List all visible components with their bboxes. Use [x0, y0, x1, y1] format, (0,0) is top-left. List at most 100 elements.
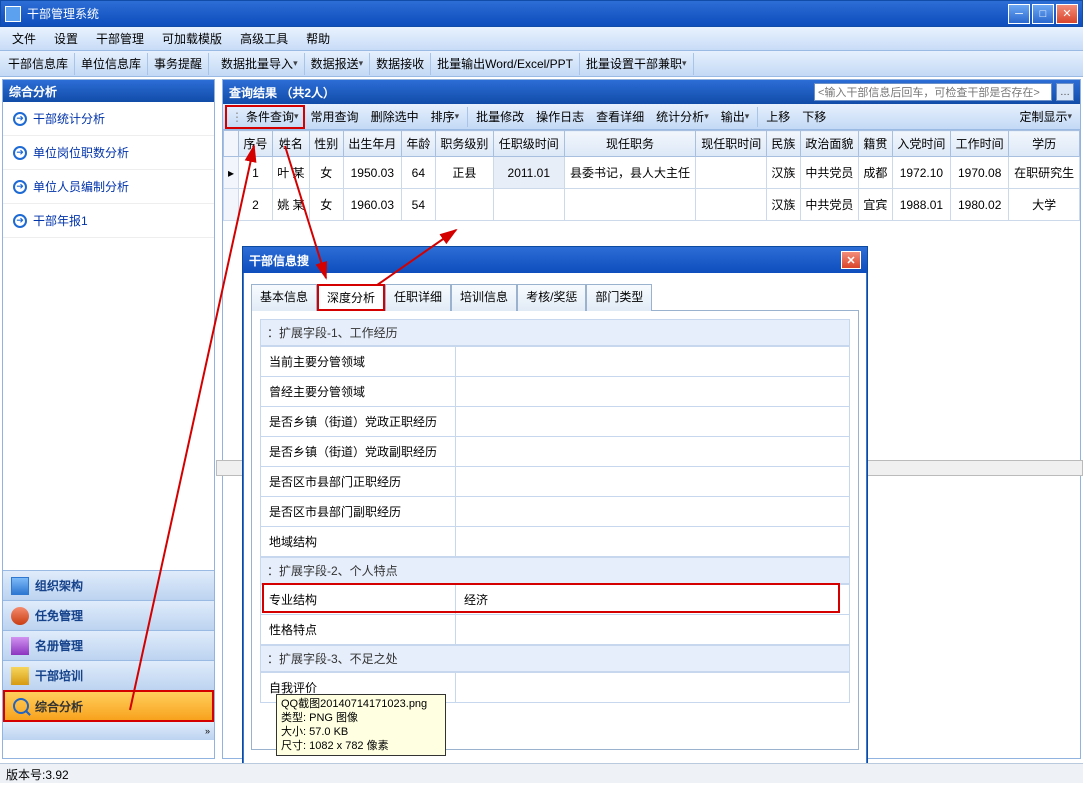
- window-title: 干部管理系统: [27, 5, 1008, 22]
- menubar: 文件 设置 干部管理 可加载模版 高级工具 帮助: [0, 27, 1083, 51]
- statusbar: 版本号:3.92: [0, 763, 1083, 783]
- arrow-icon: ➜: [13, 146, 27, 160]
- col-header[interactable]: 入党时间: [892, 131, 950, 157]
- section-header: ：扩展字段-3、不足之处: [260, 645, 850, 672]
- sidebar-item-annual[interactable]: ➜干部年报1: [3, 204, 214, 238]
- form-row[interactable]: 性格特点: [261, 615, 850, 645]
- form-row[interactable]: 曾经主要分管领域: [261, 377, 850, 407]
- qb-statistic[interactable]: 统计分析: [650, 106, 715, 128]
- tab-1[interactable]: 深度分析: [317, 284, 385, 311]
- qb-export[interactable]: 输出: [715, 106, 756, 128]
- col-header[interactable]: 现任职时间: [696, 131, 767, 157]
- col-header[interactable]: 现任职务: [564, 131, 696, 157]
- toolbar: 干部信息库 单位信息库 事务提醒 数据批量导入 数据报送 数据接收 批量输出Wo…: [0, 51, 1083, 77]
- col-header[interactable]: 籍贯: [859, 131, 893, 157]
- qb-log[interactable]: 操作日志: [530, 106, 590, 128]
- section-header: ：扩展字段-1、工作经历: [260, 319, 850, 346]
- search-input[interactable]: [814, 83, 1052, 101]
- form-row[interactable]: 是否乡镇（街道）党政副职经历: [261, 437, 850, 467]
- col-header[interactable]: 政治面貌: [800, 131, 858, 157]
- tab-5[interactable]: 部门类型: [586, 284, 652, 311]
- tooltip: QQ截图20140714171023.png 类型: PNG 图像 大小: 57…: [276, 694, 446, 756]
- tb-reminder[interactable]: 事务提醒: [148, 53, 209, 75]
- col-header[interactable]: 出生年月: [343, 131, 401, 157]
- maximize-button[interactable]: □: [1032, 4, 1054, 24]
- chevron-icon[interactable]: »: [201, 726, 214, 736]
- tb-batch-import[interactable]: 数据批量导入: [215, 53, 305, 75]
- minimize-button[interactable]: ─: [1008, 4, 1030, 24]
- arrow-icon: ➜: [13, 112, 27, 126]
- qb-detail[interactable]: 查看详细: [590, 106, 650, 128]
- search-more-button[interactable]: …: [1056, 83, 1074, 101]
- training-icon: [11, 667, 29, 685]
- dialog-close-button[interactable]: ✕: [841, 251, 861, 269]
- nav-training[interactable]: 干部培训: [3, 660, 214, 690]
- nav-roster[interactable]: 名册管理: [3, 630, 214, 660]
- form-row[interactable]: 是否区市县部门正职经历: [261, 467, 850, 497]
- tab-4[interactable]: 考核/奖惩: [517, 284, 586, 311]
- tb-cadre-db[interactable]: 干部信息库: [2, 53, 75, 75]
- result-header: 查询结果 （共2人） …: [223, 80, 1080, 104]
- sidebar-item-position[interactable]: ➜单位岗位职数分析: [3, 136, 214, 170]
- result-title: 查询结果 （共2人）: [229, 84, 335, 101]
- appoint-icon: [11, 607, 29, 625]
- section-header: ：扩展字段-2、个人特点: [260, 557, 850, 584]
- sidebar-item-staffing[interactable]: ➜单位人员编制分析: [3, 170, 214, 204]
- menu-advanced[interactable]: 高级工具: [232, 27, 296, 50]
- search-icon: [13, 698, 29, 714]
- col-header[interactable]: 职务级别: [435, 131, 493, 157]
- menu-settings[interactable]: 设置: [46, 27, 86, 50]
- qb-delete[interactable]: 删除选中: [365, 106, 425, 128]
- tab-2[interactable]: 任职详细: [385, 284, 451, 311]
- qb-sort[interactable]: 排序: [425, 106, 466, 128]
- app-icon: [5, 6, 21, 22]
- col-header[interactable]: 性别: [309, 131, 343, 157]
- titlebar: 干部管理系统 ─ □ ✕: [0, 0, 1083, 27]
- dialog-tabpane: ：扩展字段-1、工作经历当前主要分管领域曾经主要分管领域是否乡镇（街道）党政正职…: [251, 310, 859, 750]
- arrow-icon: ➜: [13, 214, 27, 228]
- col-header[interactable]: 姓名: [272, 131, 309, 157]
- qb-batch-edit[interactable]: 批量修改: [470, 106, 530, 128]
- table-row[interactable]: ▸1叶 某女1950.0364正县2011.01县委书记，县人大主任汉族中共党员…: [224, 157, 1080, 189]
- nav-analysis[interactable]: 综合分析: [3, 690, 214, 722]
- version-label: 版本号:3.92: [6, 768, 69, 782]
- left-panel-header: 综合分析: [3, 80, 214, 102]
- table-row[interactable]: 2姚 某女1960.0354汉族中共党员宜宾1988.011980.02大学: [224, 189, 1080, 221]
- tab-3[interactable]: 培训信息: [451, 284, 517, 311]
- left-panel: 综合分析 ➜干部统计分析 ➜单位岗位职数分析 ➜单位人员编制分析 ➜干部年报1 …: [2, 79, 215, 759]
- form-row[interactable]: 是否乡镇（街道）党政正职经历: [261, 407, 850, 437]
- roster-icon: [11, 637, 29, 655]
- col-header[interactable]: 年龄: [401, 131, 435, 157]
- form-row[interactable]: 地域结构: [261, 527, 850, 557]
- tab-0[interactable]: 基本信息: [251, 284, 317, 311]
- form-row[interactable]: 当前主要分管领域: [261, 347, 850, 377]
- sidebar-item-stat[interactable]: ➜干部统计分析: [3, 102, 214, 136]
- tb-batch-export[interactable]: 批量输出Word/Excel/PPT: [431, 53, 580, 75]
- dialog-titlebar: 干部信息搜 ✕: [243, 247, 867, 273]
- col-header[interactable]: 工作时间: [951, 131, 1009, 157]
- col-header[interactable]: 学历: [1009, 131, 1080, 157]
- nav-footer: »: [3, 722, 214, 740]
- form-row[interactable]: 专业结构经济: [261, 585, 850, 615]
- qb-moveup[interactable]: 上移: [760, 106, 796, 128]
- tb-batch-parttime[interactable]: 批量设置干部兼职: [580, 53, 694, 75]
- nav-appoint[interactable]: 任免管理: [3, 600, 214, 630]
- qb-movedown[interactable]: 下移: [796, 106, 832, 128]
- query-bar: ⋮条件查询 常用查询 删除选中 排序 批量修改 操作日志 查看详细 统计分析 输…: [223, 104, 1080, 130]
- tb-unit-db[interactable]: 单位信息库: [75, 53, 148, 75]
- col-header[interactable]: 序号: [239, 131, 273, 157]
- menu-template[interactable]: 可加载模版: [154, 27, 230, 50]
- col-header[interactable]: 民族: [766, 131, 800, 157]
- tb-data-send[interactable]: 数据报送: [305, 53, 371, 75]
- qb-condition-query[interactable]: ⋮条件查询: [225, 105, 305, 129]
- nav-org[interactable]: 组织架构: [3, 570, 214, 600]
- menu-file[interactable]: 文件: [4, 27, 44, 50]
- qb-common-query[interactable]: 常用查询: [305, 106, 365, 128]
- tb-data-receive[interactable]: 数据接收: [370, 53, 431, 75]
- col-header[interactable]: 任职级时间: [494, 131, 565, 157]
- menu-help[interactable]: 帮助: [298, 27, 338, 50]
- qb-custom-display[interactable]: 定制显示: [1013, 106, 1078, 128]
- close-button[interactable]: ✕: [1056, 4, 1078, 24]
- menu-cadre[interactable]: 干部管理: [88, 27, 152, 50]
- form-row[interactable]: 是否区市县部门副职经历: [261, 497, 850, 527]
